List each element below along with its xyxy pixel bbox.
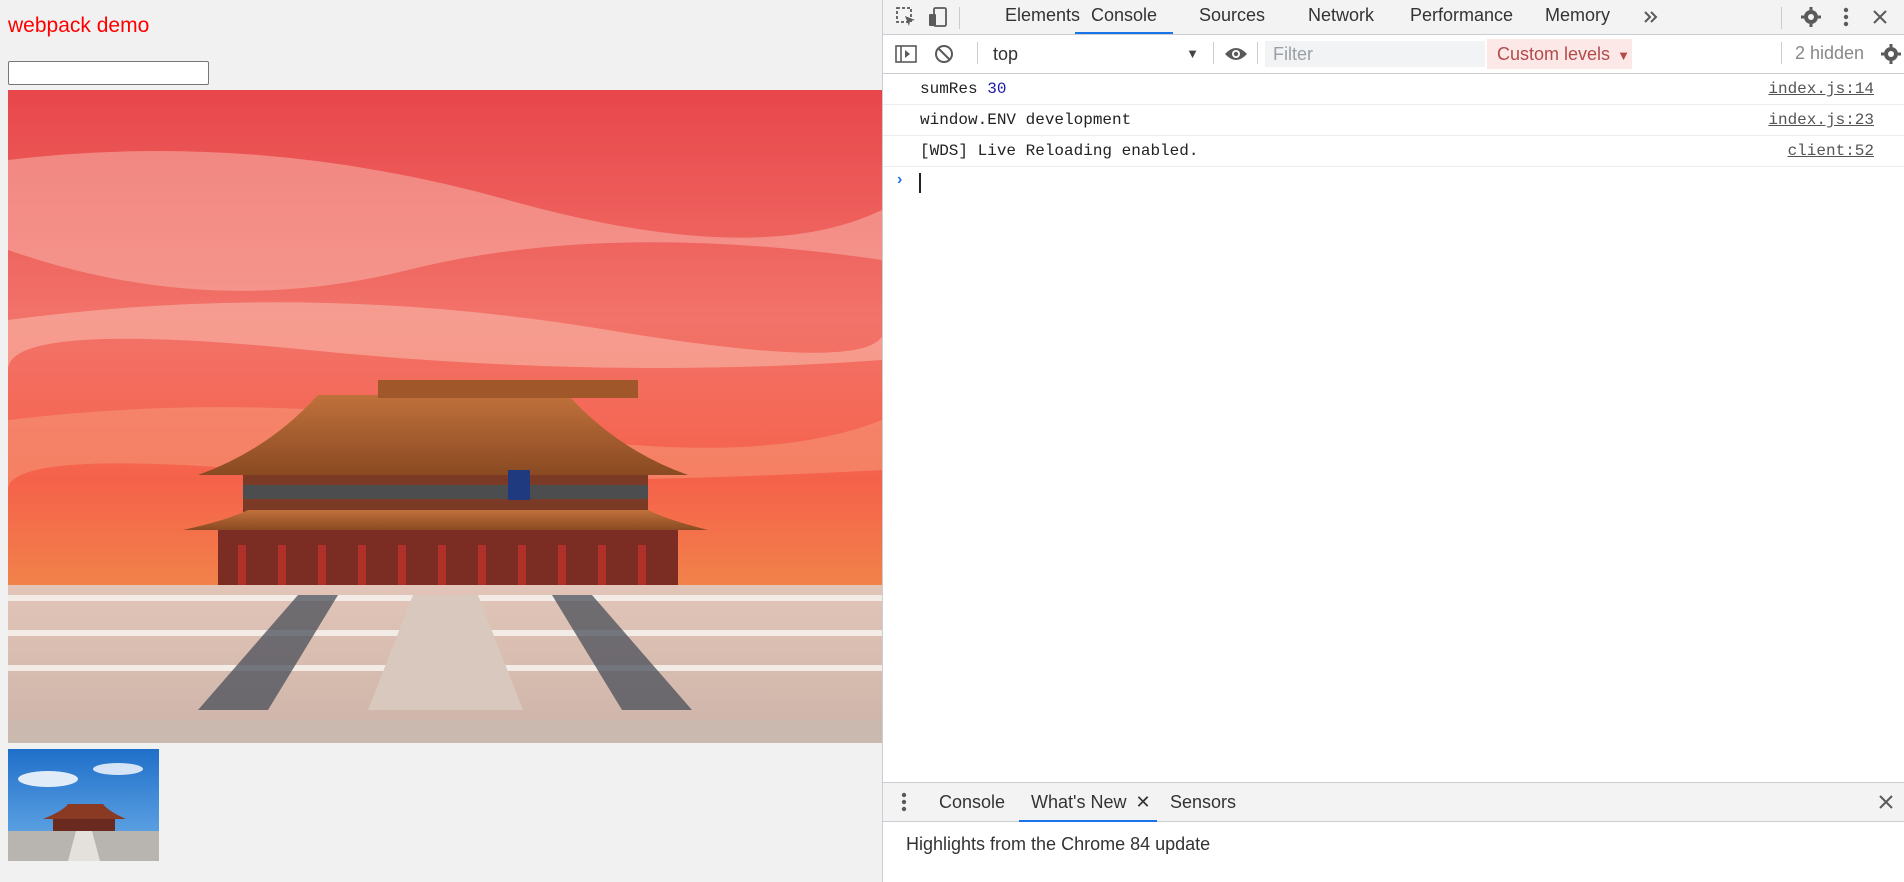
whats-new-panel: Highlights from the Chrome 84 update	[883, 822, 1904, 882]
live-expression-eye-icon[interactable]	[1223, 41, 1249, 67]
toolbar-divider	[1257, 42, 1258, 64]
console-filter-input[interactable]	[1265, 41, 1485, 67]
text-input[interactable]	[8, 61, 209, 85]
tab-sources[interactable]: Sources	[1199, 0, 1265, 34]
context-selector[interactable]: top ▼	[985, 41, 1205, 67]
toolbar-divider	[959, 7, 960, 29]
message-text: sumRes 30	[920, 74, 1006, 104]
message-text: window.ENV development	[920, 111, 1132, 129]
message-text: [WDS] Live Reloading enabled.	[920, 142, 1199, 160]
console-messages: sumRes 30 index.js:14 window.ENV develop…	[883, 74, 1904, 197]
drawer-tab-console[interactable]: Console	[939, 783, 1005, 822]
inspect-element-icon[interactable]	[893, 4, 919, 30]
drawer-tab-sensors[interactable]: Sensors	[1170, 783, 1236, 822]
whats-new-headline: Highlights from the Chrome 84 update	[906, 834, 1211, 854]
drawer-tab-label: What's New	[1031, 792, 1127, 812]
devtools-panel: Elements Console Sources Network Perform…	[882, 0, 1904, 882]
hidden-messages-count: 2 hidden	[1795, 43, 1865, 63]
console-message: window.ENV development index.js:23	[883, 105, 1904, 136]
tab-network[interactable]: Network	[1308, 0, 1374, 34]
console-toolbar: top ▼ Custom levels ▼ 2 hidden	[883, 35, 1904, 74]
device-toolbar-icon[interactable]	[925, 4, 951, 30]
tab-console[interactable]: Console	[1075, 0, 1173, 34]
tab-memory[interactable]: Memory	[1545, 0, 1610, 34]
console-message: sumRes 30 index.js:14	[883, 74, 1904, 105]
toolbar-divider	[977, 42, 978, 64]
show-sidebar-icon[interactable]	[893, 41, 919, 67]
dropdown-arrow-icon: ▼	[1186, 46, 1199, 61]
prompt-chevron-icon: ›	[897, 171, 903, 188]
message-source-link[interactable]: client:52	[1788, 136, 1874, 166]
text-caret	[919, 173, 921, 193]
drawer-tab-whats-new[interactable]: What's New ✕	[1019, 783, 1157, 822]
console-prompt[interactable]: ›	[883, 167, 1904, 197]
message-label: sumRes	[920, 80, 988, 98]
dropdown-arrow-icon: ▼	[1617, 48, 1630, 63]
close-drawer-icon[interactable]	[1873, 789, 1899, 815]
context-value: top	[993, 44, 1019, 64]
close-devtools-icon[interactable]	[1867, 4, 1893, 30]
close-tab-icon[interactable]: ✕	[1135, 792, 1150, 812]
page-title: webpack demo	[8, 14, 150, 37]
settings-gear-icon[interactable]	[1798, 4, 1824, 30]
toolbar-divider	[1781, 42, 1782, 64]
message-number: 30	[987, 80, 1007, 98]
palace-photo-thumbnail	[8, 749, 159, 861]
drawer-menu-icon[interactable]	[891, 789, 917, 815]
toolbar-divider	[1781, 7, 1782, 29]
kebab-menu-icon[interactable]	[1833, 4, 1859, 30]
console-settings-gear-icon[interactable]	[1878, 41, 1904, 67]
tab-performance[interactable]: Performance	[1410, 0, 1513, 34]
toolbar-divider	[1213, 42, 1214, 64]
tab-elements[interactable]: Elements	[1005, 0, 1080, 34]
log-levels-dropdown[interactable]: Custom levels ▼	[1487, 39, 1632, 69]
console-message: [WDS] Live Reloading enabled. client:52	[883, 136, 1904, 167]
web-page: webpack demo	[0, 0, 882, 882]
more-tabs-icon[interactable]	[1638, 4, 1664, 30]
drawer-tabbar: Console What's New ✕ Sensors	[883, 782, 1904, 822]
devtools-toolbar: Elements Console Sources Network Perform…	[883, 0, 1904, 35]
log-levels-label: Custom levels	[1497, 44, 1611, 64]
message-source-link[interactable]: index.js:23	[1768, 105, 1874, 135]
palace-photo-large	[8, 90, 882, 743]
clear-console-icon[interactable]	[931, 41, 957, 67]
message-source-link[interactable]: index.js:14	[1768, 74, 1874, 104]
